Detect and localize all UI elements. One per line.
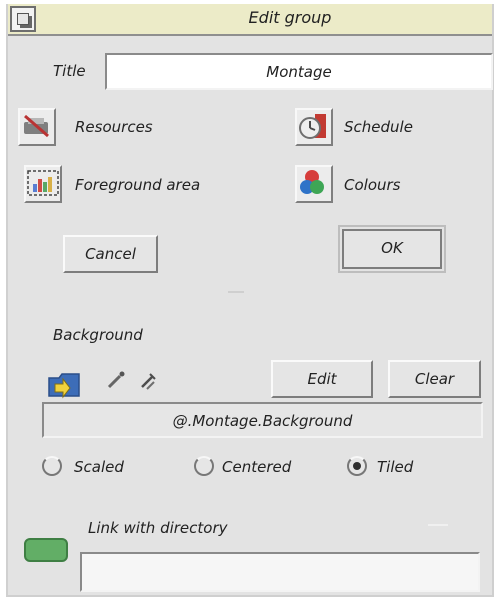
- link-with-directory-label: Link with directory: [88, 519, 228, 537]
- colours-label: Colours: [344, 176, 401, 194]
- schedule-icon[interactable]: [295, 108, 333, 146]
- title-input-value: Montage: [266, 63, 332, 81]
- foreground-area-icon[interactable]: [24, 165, 62, 203]
- folder-icon-graphic: [48, 373, 80, 399]
- pick-path-icon-graphic: [141, 373, 156, 390]
- colours-icon-graphic: [300, 170, 324, 194]
- foreground-area-label: Foreground area: [75, 176, 201, 194]
- background-path-field: @.Montage.Background: [42, 402, 483, 438]
- schedule-label: Schedule: [344, 118, 413, 136]
- link-with-directory-field[interactable]: [80, 552, 480, 592]
- schedule-icon-graphic: [299, 114, 326, 139]
- scaled-label: Scaled: [74, 458, 124, 476]
- ok-button[interactable]: OK: [338, 225, 446, 273]
- window-title: Edit group: [248, 8, 332, 27]
- colours-icon[interactable]: [295, 165, 333, 203]
- cancel-button[interactable]: Cancel: [63, 235, 158, 273]
- centered-radio[interactable]: [194, 456, 214, 476]
- tiled-label: Tiled: [377, 458, 414, 476]
- edit-group-window: Edit group Title Montage Resources Sched…: [6, 4, 494, 597]
- background-label: Background: [53, 326, 143, 344]
- title-input[interactable]: Montage: [105, 53, 493, 90]
- tiled-radio[interactable]: [347, 456, 367, 476]
- title-bar[interactable]: Edit group: [8, 4, 492, 36]
- background-path-value: @.Montage.Background: [172, 412, 353, 430]
- centered-label: Centered: [222, 458, 292, 476]
- title-label: Title: [53, 62, 86, 80]
- resources-label: Resources: [75, 118, 153, 136]
- resources-icon-graphic: [24, 114, 49, 138]
- link-status-badge: [24, 538, 68, 562]
- clear-background-button[interactable]: Clear: [388, 360, 481, 398]
- pick-path-icon[interactable]: [136, 369, 160, 393]
- link-separator: [428, 524, 448, 526]
- back-icon[interactable]: [10, 6, 36, 32]
- dialog-separator-top: [228, 291, 244, 293]
- edit-background-button[interactable]: Edit: [271, 360, 373, 398]
- resources-icon[interactable]: [18, 108, 56, 146]
- folder-icon[interactable]: [45, 366, 83, 404]
- scaled-radio[interactable]: [42, 456, 62, 476]
- eyedropper-icon-graphic: [107, 371, 125, 389]
- eyedropper-icon[interactable]: [104, 369, 128, 393]
- foreground-area-icon-graphic: [27, 170, 59, 196]
